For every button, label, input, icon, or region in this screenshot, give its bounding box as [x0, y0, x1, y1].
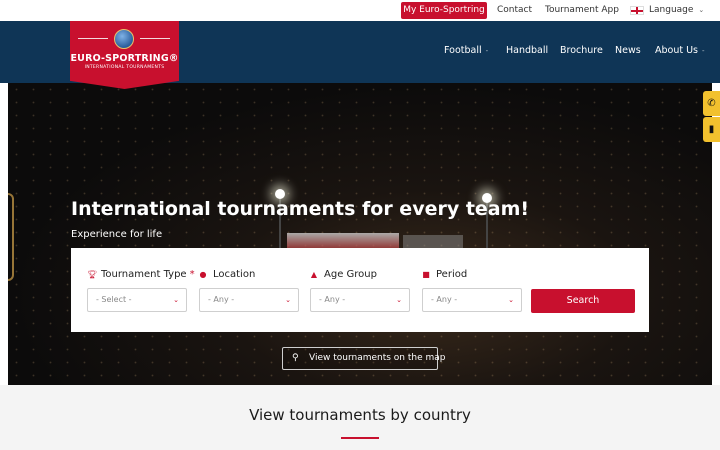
tournament-type-label: 🏆︎ Tournament Type *	[87, 268, 195, 281]
trophy-icon: 🏆︎	[87, 270, 98, 279]
language-selector[interactable]: Language ⌄	[630, 0, 704, 21]
top-utility-bar: My Euro-Sportring Contact Tournament App…	[0, 0, 720, 21]
tournament-type-select[interactable]: - Select - ⌄	[87, 288, 187, 312]
dropdown-indicator-icon: -	[702, 47, 705, 55]
chevron-down-icon: ⌄	[396, 296, 402, 304]
nav-item-brochure[interactable]: Brochure	[560, 45, 603, 56]
field-label-text: Tournament Type	[101, 269, 187, 280]
dropdown-indicator-icon: -	[485, 47, 489, 55]
field-label-text: Age Group	[324, 269, 377, 280]
map-pin-icon: ●	[199, 270, 207, 279]
hero-subtitle: Experience for life	[71, 229, 163, 240]
location-select[interactable]: - Any - ⌄	[199, 288, 299, 312]
age-group-field: ▲ Age Group - Any - ⌄	[310, 268, 410, 312]
hero-edge-decoration	[8, 193, 14, 281]
language-label: Language	[649, 5, 694, 15]
my-euro-sportring-button[interactable]: My Euro-Sportring	[401, 2, 487, 19]
english-flag-icon	[630, 6, 644, 15]
nav-item-label: Football	[444, 45, 482, 56]
location-field: ● Location - Any - ⌄	[199, 268, 299, 312]
chevron-down-icon: ⌄	[173, 296, 179, 304]
map-button-label: View tournaments on the map	[309, 353, 446, 363]
section-title: View tournaments by country	[249, 406, 471, 424]
logo-tagline: INTERNATIONAL TOURNAMENTS	[84, 65, 165, 70]
nav-item-handball[interactable]: Handball	[506, 45, 548, 56]
required-asterisk: *	[189, 269, 195, 280]
select-value: - Any -	[319, 295, 346, 304]
search-button[interactable]: Search	[531, 289, 635, 313]
period-field: ■ Period - Any - ⌄	[422, 268, 522, 312]
field-label-text: Period	[436, 269, 468, 280]
map-pin-icon: ⚲	[292, 353, 299, 363]
tournament-type-field: 🏆︎ Tournament Type * - Select - ⌄	[87, 268, 195, 312]
nav-item-football[interactable]: Football -	[444, 45, 488, 56]
logo-decoration	[78, 38, 108, 39]
logo-wordmark: EURO-SPORTRING®	[70, 53, 179, 64]
person-icon: ▲	[310, 270, 318, 279]
chevron-down-icon: ⌄	[698, 6, 705, 14]
stadium-stand	[403, 235, 463, 249]
period-label: ■ Period	[422, 268, 467, 281]
select-value: - Select -	[96, 295, 132, 304]
select-value: - Any -	[431, 295, 458, 304]
calendar-icon: ■	[422, 270, 430, 279]
brochure-book-icon[interactable]: ▮	[703, 117, 720, 142]
field-label-text: Location	[213, 269, 256, 280]
stadium-stand	[287, 233, 399, 249]
nav-item-label: About Us	[655, 45, 699, 56]
globe-icon	[114, 29, 134, 49]
chevron-down-icon: ⌄	[285, 296, 291, 304]
period-select[interactable]: - Any - ⌄	[422, 288, 522, 312]
age-group-label: ▲ Age Group	[310, 268, 377, 281]
tournament-search-panel: 🏆︎ Tournament Type * - Select - ⌄ ● Loca…	[71, 248, 649, 332]
view-on-map-button[interactable]: ⚲ View tournaments on the map	[282, 347, 446, 370]
contact-link[interactable]: Contact	[497, 0, 532, 21]
nav-item-news[interactable]: News	[615, 45, 641, 56]
hero-title: International tournaments for every team…	[71, 198, 530, 220]
euro-sportring-logo[interactable]: EURO-SPORTRING® INTERNATIONAL TOURNAMENT…	[70, 21, 179, 89]
chevron-down-icon: ⌄	[508, 296, 514, 304]
nav-item-about-us[interactable]: About Us -	[655, 45, 705, 56]
logo-decoration	[140, 38, 170, 39]
phone-icon[interactable]: ✆	[703, 91, 720, 116]
location-label: ● Location	[199, 268, 256, 281]
tournament-app-link[interactable]: Tournament App	[545, 0, 619, 21]
section-title-underline	[341, 437, 379, 439]
age-group-select[interactable]: - Any - ⌄	[310, 288, 410, 312]
select-value: - Any -	[208, 295, 235, 304]
